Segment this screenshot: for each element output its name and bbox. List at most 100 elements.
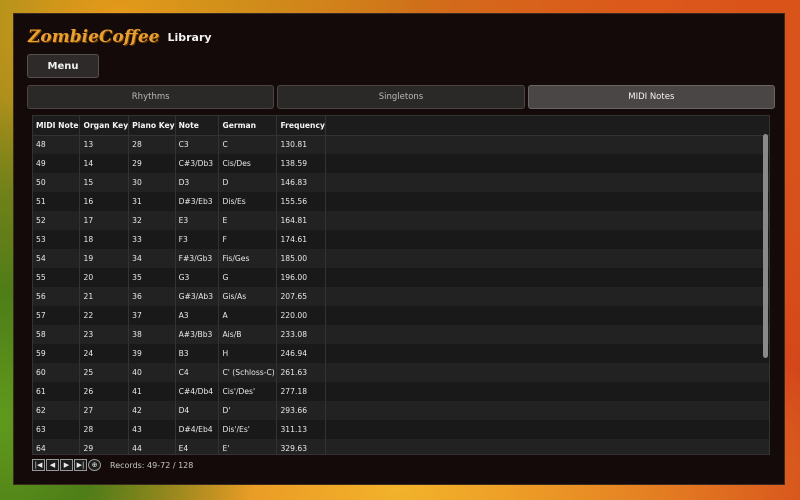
table-cell: Dis'/Es': [218, 420, 278, 439]
table-filler-cell: [325, 306, 769, 325]
tab-bar: Rhythms Singletons MIDI Notes: [27, 85, 775, 109]
table-cell: F#3/Gb3: [175, 249, 220, 268]
table-cell: 34: [128, 249, 176, 268]
table-cell: 59: [33, 344, 81, 363]
next-page-button[interactable]: ▶: [60, 459, 73, 471]
table-cell: Cis'/Des': [218, 382, 278, 401]
table-row[interactable]: 54 19 34 F#3/Gb3 Fis/Ges 185.00: [33, 249, 769, 268]
table-cell: H: [218, 344, 278, 363]
table-cell: 164.81: [276, 211, 326, 230]
table-cell: 25: [79, 363, 130, 382]
column-header[interactable]: Organ Key: [79, 116, 130, 136]
table-cell: G: [218, 268, 278, 287]
tab-midi-notes[interactable]: MIDI Notes: [527, 85, 775, 109]
column-header[interactable]: MIDI Note: [33, 116, 81, 136]
table-filler-cell: [325, 287, 769, 306]
vertical-scrollbar[interactable]: [763, 134, 768, 358]
add-record-button[interactable]: ⊕: [88, 459, 101, 471]
table-cell: 220.00: [276, 306, 326, 325]
table-cell: 293.66: [276, 401, 326, 420]
table-filler-cell: [325, 249, 769, 268]
table-cell: 53: [33, 230, 81, 249]
table-filler-cell: [325, 211, 769, 230]
table-header-row: MIDI Note Organ Key Piano Key Note Germa…: [33, 116, 769, 136]
table-cell: 48: [33, 135, 81, 154]
table-cell: Dis/Es: [218, 192, 278, 211]
table-row[interactable]: 57 22 37 A3 A 220.00: [33, 306, 769, 325]
table-row[interactable]: 48 13 28 C3 C 130.81: [33, 135, 769, 154]
table-cell: 58: [33, 325, 81, 344]
table-row[interactable]: 64 29 44 E4 E' 329.63: [33, 439, 769, 454]
tab-rhythms[interactable]: Rhythms: [27, 85, 275, 109]
table-cell: B3: [175, 344, 220, 363]
table-cell: 26: [79, 382, 130, 401]
table-cell: E4: [175, 439, 220, 454]
table-cell: 311.13: [276, 420, 326, 439]
table-cell: 44: [128, 439, 176, 454]
table-cell: D: [218, 173, 278, 192]
column-header[interactable]: Note: [175, 116, 220, 136]
table-row[interactable]: 49 14 29 C#3/Db3 Cis/Des 138.59: [33, 154, 769, 173]
table-cell: 28: [79, 420, 130, 439]
table-row[interactable]: 60 25 40 C4 C' (Schloss-C) 261.63: [33, 363, 769, 382]
table-cell: 63: [33, 420, 81, 439]
table-cell: 138.59: [276, 154, 326, 173]
table-row[interactable]: 53 18 33 F3 F 174.61: [33, 230, 769, 249]
table-filler-cell: [325, 230, 769, 249]
table-cell: C' (Schloss-C): [218, 363, 278, 382]
last-page-button[interactable]: ▶|: [74, 459, 87, 471]
table-filler-cell: [325, 401, 769, 420]
table-row[interactable]: 52 17 32 E3 E 164.81: [33, 211, 769, 230]
table-cell: 18: [79, 230, 130, 249]
table-cell: C#3/Db3: [175, 154, 220, 173]
table-cell: C#4/Db4: [175, 382, 220, 401]
table-cell: 56: [33, 287, 81, 306]
table-cell: 24: [79, 344, 130, 363]
table-row[interactable]: 61 26 41 C#4/Db4 Cis'/Des' 277.18: [33, 382, 769, 401]
tab-singletons[interactable]: Singletons: [277, 85, 525, 109]
table-cell: 50: [33, 173, 81, 192]
table-row[interactable]: 56 21 36 G#3/Ab3 Gis/As 207.65: [33, 287, 769, 306]
table-cell: E3: [175, 211, 220, 230]
table-row[interactable]: 62 27 42 D4 D' 293.66: [33, 401, 769, 420]
table-row[interactable]: 59 24 39 B3 H 246.94: [33, 344, 769, 363]
table-cell: F: [218, 230, 278, 249]
table-header-filler: [325, 116, 769, 136]
table-filler-cell: [325, 154, 769, 173]
table-cell: D3: [175, 173, 220, 192]
table-cell: 185.00: [276, 249, 326, 268]
table-row[interactable]: 50 15 30 D3 D 146.83: [33, 173, 769, 192]
table-cell: 60: [33, 363, 81, 382]
table-row[interactable]: 55 20 35 G3 G 196.00: [33, 268, 769, 287]
table-cell: 51: [33, 192, 81, 211]
table-filler-cell: [325, 363, 769, 382]
table-cell: 21: [79, 287, 130, 306]
column-header[interactable]: German: [218, 116, 278, 136]
column-header[interactable]: Frequency: [276, 116, 326, 136]
table-row[interactable]: 63 28 43 D#4/Eb4 Dis'/Es' 311.13: [33, 420, 769, 439]
table-cell: 15: [79, 173, 130, 192]
table-row[interactable]: 58 23 38 A#3/Bb3 Ais/B 233.08: [33, 325, 769, 344]
table-cell: 277.18: [276, 382, 326, 401]
menu-button[interactable]: Menu: [27, 54, 99, 78]
table-filler-cell: [325, 135, 769, 154]
table-cell: 207.65: [276, 287, 326, 306]
table-cell: 62: [33, 401, 81, 420]
table-filler-cell: [325, 439, 769, 454]
table-row[interactable]: 51 16 31 D#3/Eb3 Dis/Es 155.56: [33, 192, 769, 211]
first-page-button[interactable]: |◀: [32, 459, 45, 471]
table-cell: Cis/Des: [218, 154, 278, 173]
prev-page-button[interactable]: ◀: [46, 459, 59, 471]
column-header[interactable]: Piano Key: [128, 116, 176, 136]
table-cell: Fis/Ges: [218, 249, 278, 268]
table-cell: 39: [128, 344, 176, 363]
table-cell: 329.63: [276, 439, 326, 454]
table-cell: 57: [33, 306, 81, 325]
table-cell: 54: [33, 249, 81, 268]
library-window: ZombieCoffee Library Menu Rhythms Single…: [13, 13, 785, 485]
table-cell: 155.56: [276, 192, 326, 211]
table-cell: 174.61: [276, 230, 326, 249]
table-cell: E: [218, 211, 278, 230]
table-cell: G#3/Ab3: [175, 287, 220, 306]
table-cell: 27: [79, 401, 130, 420]
